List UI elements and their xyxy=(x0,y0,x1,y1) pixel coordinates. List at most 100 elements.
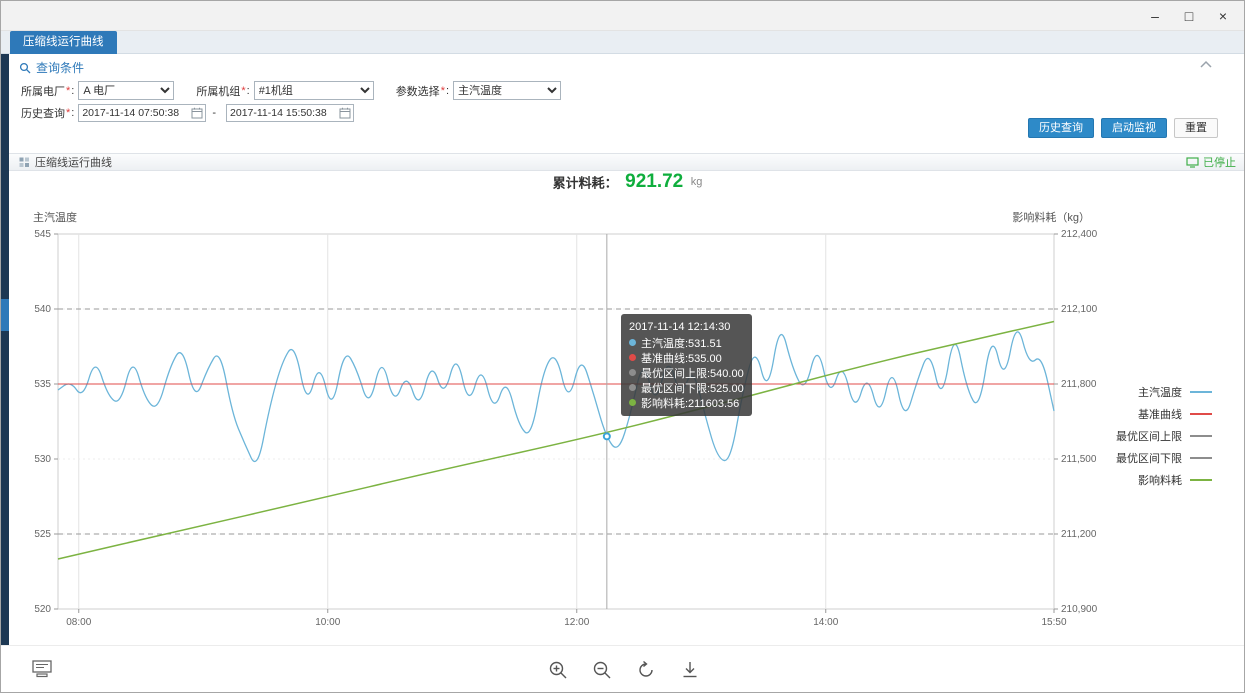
monitor-icon xyxy=(1186,157,1199,168)
required-mark: * xyxy=(441,85,445,97)
unit-select[interactable]: #1机组 xyxy=(254,81,374,100)
legend-line-sample xyxy=(1190,479,1212,481)
summary-label: 累计料耗： xyxy=(553,176,618,191)
search-icon xyxy=(19,62,31,74)
svg-text:520: 520 xyxy=(34,604,51,615)
calendar-icon[interactable] xyxy=(191,107,203,119)
tooltip-row: 最优区间下限:525.00 xyxy=(629,380,744,395)
plant-label: 所属电厂 xyxy=(21,83,65,99)
minimize-button[interactable]: – xyxy=(1138,1,1172,31)
history-query-button[interactable]: 历史查询 xyxy=(1028,118,1094,138)
collapse-chevron-icon[interactable] xyxy=(1198,58,1214,72)
legend-item[interactable]: 最优区间上限 xyxy=(1116,425,1212,447)
svg-text:10:00: 10:00 xyxy=(315,617,340,628)
monitor-status: 已停止 xyxy=(1186,154,1236,170)
summary-value: 921.72 xyxy=(625,171,683,192)
legend-item[interactable]: 主汽温度 xyxy=(1116,381,1212,403)
tooltip-rows: 主汽温度:531.51基准曲线:535.00最优区间上限:540.00最优区间下… xyxy=(629,335,744,410)
history-label: 历史查询 xyxy=(21,105,65,121)
summary-bar: 累计料耗： 921.72 kg xyxy=(9,171,1245,197)
query-buttons: 历史查询 启动监视 重置 xyxy=(1028,118,1218,138)
end-date-input[interactable] xyxy=(227,105,339,121)
tab-curve[interactable]: 压缩线运行曲线 xyxy=(10,31,117,54)
app-window: – □ × 压缩线运行曲线 查询条件 所属电厂*: A 电厂 xyxy=(0,0,1245,693)
svg-text:212,100: 212,100 xyxy=(1061,304,1098,315)
chart-section-title: 压缩线运行曲线 xyxy=(35,154,112,170)
chart: 主汽温度 影响料耗（kg） 08:0010:0012:0014:0015:505… xyxy=(9,197,1245,645)
maximize-button[interactable]: □ xyxy=(1172,1,1206,31)
sidebar-accent xyxy=(1,299,9,331)
legend-item[interactable]: 影响料耗 xyxy=(1116,469,1212,491)
window-controls: – □ × xyxy=(1138,1,1240,31)
status-badge: 已停止 xyxy=(1203,154,1236,170)
refresh-icon[interactable] xyxy=(636,660,656,680)
svg-text:211,800: 211,800 xyxy=(1061,379,1097,390)
legend-line-sample xyxy=(1190,413,1212,415)
legend-line-sample xyxy=(1190,391,1212,393)
zoom-out-icon[interactable] xyxy=(592,660,612,680)
tooltip-row: 主汽温度:531.51 xyxy=(629,335,744,350)
tooltip-time: 2017-11-14 12:14:30 xyxy=(629,319,744,335)
svg-text:08:00: 08:00 xyxy=(66,617,91,628)
query-header: 查询条件 xyxy=(19,59,84,76)
start-date-wrap xyxy=(78,104,206,122)
start-monitor-button[interactable]: 启动监视 xyxy=(1101,118,1167,138)
series-dot-icon xyxy=(629,384,636,391)
legend-line-sample xyxy=(1190,457,1212,459)
plant-field: 所属电厂*: A 电厂 xyxy=(21,81,174,100)
param-label: 参数选择 xyxy=(396,83,440,99)
chart-section-header: 压缩线运行曲线 已停止 xyxy=(9,153,1245,171)
svg-text:211,200: 211,200 xyxy=(1061,529,1097,540)
unit-field: 所属机组*: #1机组 xyxy=(196,81,373,100)
svg-text:210,900: 210,900 xyxy=(1061,604,1098,615)
device-icon[interactable] xyxy=(31,660,53,678)
series-dot-icon xyxy=(629,339,636,346)
legend-item[interactable]: 最优区间下限 xyxy=(1116,447,1212,469)
zoom-in-icon[interactable] xyxy=(548,660,568,680)
svg-text:211,500: 211,500 xyxy=(1061,454,1097,465)
svg-text:12:00: 12:00 xyxy=(564,617,589,628)
param-field: 参数选择*: 主汽温度 xyxy=(396,81,561,100)
svg-text:540: 540 xyxy=(34,304,51,315)
tooltip-row: 最优区间上限:540.00 xyxy=(629,365,744,380)
date-range-separator: - xyxy=(212,107,216,119)
summary-unit: kg xyxy=(691,176,703,188)
series-dot-icon xyxy=(629,369,636,376)
tab-bar: 压缩线运行曲线 xyxy=(1,31,1244,54)
history-field: 历史查询*: - xyxy=(21,104,354,122)
grid-icon xyxy=(19,157,30,168)
svg-text:530: 530 xyxy=(34,454,51,465)
query-form-row-1: 所属电厂*: A 电厂 所属机组*: #1机组 参数选择*: 主汽温度 xyxy=(21,81,583,100)
reset-button[interactable]: 重置 xyxy=(1174,118,1218,138)
svg-text:15:50: 15:50 xyxy=(1041,617,1066,628)
svg-text:545: 545 xyxy=(34,229,51,240)
query-header-title: 查询条件 xyxy=(36,59,84,76)
svg-text:525: 525 xyxy=(34,529,51,540)
chart-legend: 主汽温度基准曲线最优区间上限最优区间下限影响料耗 xyxy=(1116,381,1212,491)
required-mark: * xyxy=(241,85,245,97)
tooltip-row: 基准曲线:535.00 xyxy=(629,350,744,365)
svg-text:212,400: 212,400 xyxy=(1061,229,1098,240)
start-date-input[interactable] xyxy=(79,105,191,121)
query-panel: 查询条件 所属电厂*: A 电厂 所属机组*: #1机组 参数选择*: 主汽温度… xyxy=(9,54,1245,153)
required-mark: * xyxy=(66,107,70,119)
svg-text:535: 535 xyxy=(34,379,51,390)
chart-tooltip: 2017-11-14 12:14:30 主汽温度:531.51基准曲线:535.… xyxy=(621,314,752,416)
series-dot-icon xyxy=(629,399,636,406)
end-date-wrap xyxy=(226,104,354,122)
param-select[interactable]: 主汽温度 xyxy=(453,81,561,100)
collapsed-sidebar[interactable] xyxy=(1,54,9,693)
legend-line-sample xyxy=(1190,435,1212,437)
legend-item[interactable]: 基准曲线 xyxy=(1116,403,1212,425)
bottom-toolbar xyxy=(1,645,1245,693)
series-dot-icon xyxy=(629,354,636,361)
plant-select[interactable]: A 电厂 xyxy=(78,81,174,100)
svg-text:14:00: 14:00 xyxy=(813,617,838,628)
download-icon[interactable] xyxy=(680,660,700,680)
unit-label: 所属机组 xyxy=(196,83,240,99)
close-button[interactable]: × xyxy=(1206,1,1240,31)
calendar-icon[interactable] xyxy=(339,107,351,119)
tooltip-row: 影响料耗:211603.56 xyxy=(629,395,744,410)
titlebar: – □ × xyxy=(1,1,1244,31)
chart-plot[interactable]: 08:00 10:00 12:00 14:00 15:50 545 212,400 540 21… xyxy=(9,223,1139,635)
